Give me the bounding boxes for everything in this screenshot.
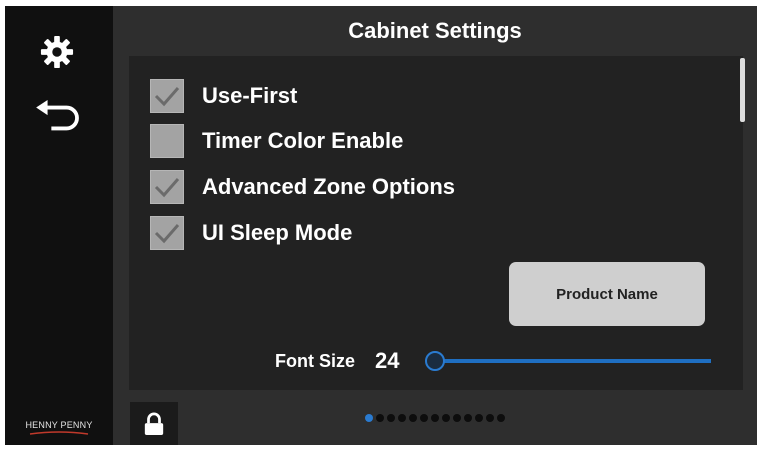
scrollbar[interactable] [740,58,745,122]
slider-track[interactable] [435,359,711,363]
option-label: Timer Color Enable [202,128,404,153]
option-ui-sleep-mode[interactable]: UI Sleep Mode [150,213,352,253]
settings-button[interactable] [39,34,75,70]
page-dot[interactable] [431,414,439,422]
option-label: Advanced Zone Options [202,174,456,199]
checkbox[interactable] [150,124,184,158]
back-arrow-icon [36,99,79,131]
font-size-label: Font Size [275,350,355,371]
page-indicator [365,414,505,422]
logo-swoosh-icon [29,430,89,435]
page-dot[interactable] [497,414,505,422]
font-size-value: 24 [375,348,400,373]
sidebar: HENNY PENNY [5,6,113,445]
option-use-first[interactable]: Use-First [150,76,297,116]
settings-panel[interactable]: Use-First Timer Color Enable Advanced Zo… [129,56,745,390]
checkmark-icon [154,178,180,198]
brand-name: HENNY PENNY [25,419,93,430]
option-advanced-zone-options[interactable]: Advanced Zone Options [150,167,455,207]
option-label: UI Sleep Mode [202,220,353,245]
page-dot[interactable] [442,414,450,422]
page-dot[interactable] [409,414,417,422]
font-size-slider[interactable] [425,351,711,371]
gear-icon [40,35,74,69]
henny-penny-logo: HENNY PENNY [5,409,113,445]
page-dot[interactable] [486,414,494,422]
checkmark-icon [154,224,180,244]
page-dot[interactable] [464,414,472,422]
page-dot[interactable] [453,414,461,422]
page-dot[interactable] [387,414,395,422]
product-name-button[interactable]: Product Name [509,262,705,326]
checkbox[interactable] [150,216,184,250]
footer [113,390,757,445]
checkmark-icon [154,87,180,107]
checkbox[interactable] [150,79,184,113]
page-dot[interactable] [475,414,483,422]
slider-thumb[interactable] [425,351,445,371]
font-size-row: Font Size 24 [275,344,399,378]
lock-icon [144,412,164,435]
page-dot[interactable] [420,414,428,422]
option-label: Use-First [202,83,298,108]
page-dot[interactable] [376,414,384,422]
option-timer-color-enable[interactable]: Timer Color Enable [150,121,403,161]
page-title: Cabinet Settings [348,18,522,43]
cabinet-settings-screen: HENNY PENNY Cabinet Settings Use-First T… [5,6,757,445]
lock-button[interactable] [130,402,178,445]
checkbox[interactable] [150,170,184,204]
page-dot[interactable] [398,414,406,422]
page-dot-active[interactable] [365,414,373,422]
back-button[interactable] [31,98,85,138]
